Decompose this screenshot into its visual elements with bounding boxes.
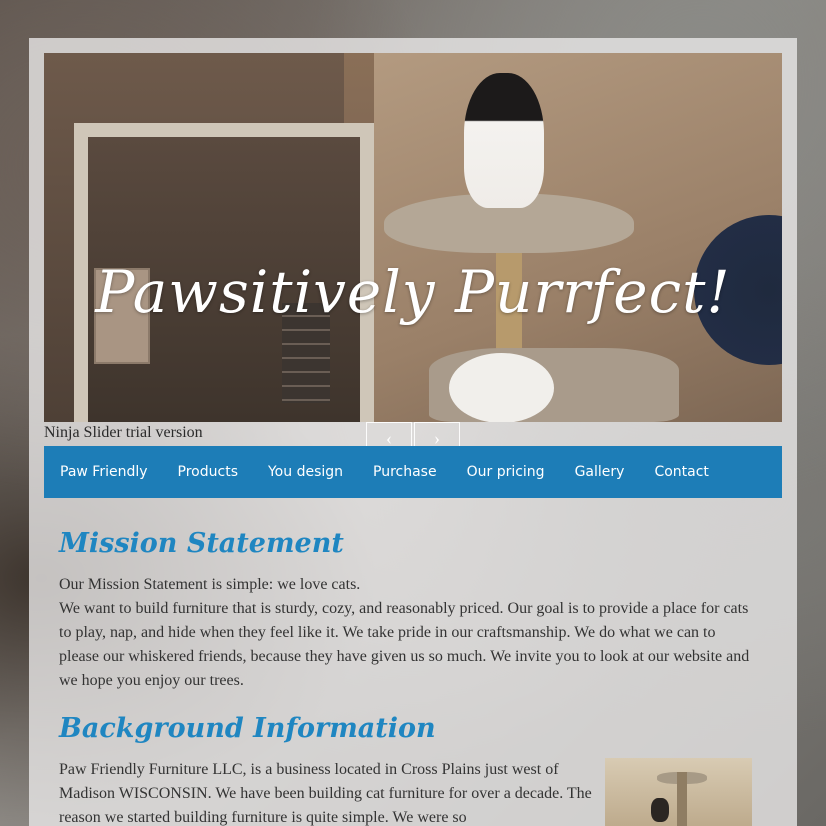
nav-item-products[interactable]: Products	[178, 464, 238, 480]
slider-nav: ‹ ›	[366, 422, 462, 448]
thumb-tree-post	[677, 772, 687, 826]
mission-body: We want to build furniture that is sturd…	[59, 600, 750, 689]
background-heading: Background Information	[59, 713, 436, 744]
nav-item-paw-friendly[interactable]: Paw Friendly	[60, 464, 148, 480]
nav-item-gallery[interactable]: Gallery	[575, 464, 625, 480]
thumb-cat	[651, 798, 669, 822]
chevron-right-icon: ›	[434, 428, 440, 448]
main-nav: Paw Friendly Products You design Purchas…	[44, 446, 782, 498]
chevron-left-icon: ‹	[386, 428, 392, 448]
nav-item-contact[interactable]: Contact	[654, 464, 708, 480]
background-body: Paw Friendly Furniture LLC, is a busines…	[59, 761, 592, 826]
mission-heading: Mission Statement	[59, 528, 344, 559]
slider-prev-button[interactable]: ‹	[366, 422, 412, 448]
page-container: Pawsitively Purrfect! Ninja Slider trial…	[29, 38, 797, 826]
nav-item-purchase[interactable]: Purchase	[373, 464, 437, 480]
background-section: Paw Friendly Furniture LLC, is a busines…	[59, 758, 759, 826]
main-content: Mission Statement Our Mission Statement …	[59, 528, 759, 826]
hero-image-cat-top	[464, 73, 544, 208]
nav-item-our-pricing[interactable]: Our pricing	[467, 464, 545, 480]
slider-next-button[interactable]: ›	[414, 422, 460, 448]
hero-slider: Pawsitively Purrfect!	[44, 53, 782, 422]
hero-title: Pawsitively Purrfect!	[95, 258, 731, 326]
hero-image-cat-bottom	[449, 353, 554, 422]
background-thumbnail-image	[605, 758, 752, 826]
nav-item-you-design[interactable]: You design	[268, 464, 343, 480]
slider-trial-notice[interactable]: Ninja Slider trial version	[44, 424, 203, 442]
mission-intro: Our Mission Statement is simple: we love…	[59, 576, 361, 593]
